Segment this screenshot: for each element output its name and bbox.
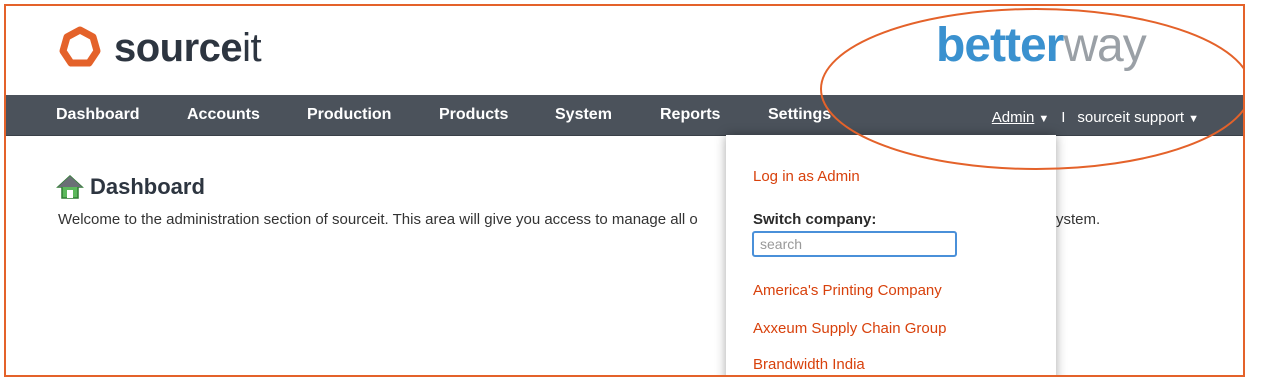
company-search-input[interactable] [752,231,957,257]
page-title: Dashboard [56,174,205,200]
nav-item-products[interactable]: Products [439,95,508,135]
login-as-admin-link[interactable]: Log in as Admin [753,168,860,185]
switch-company-label: Switch company: [753,211,877,228]
caret-down-icon: ▼ [1188,112,1199,125]
welcome-text: Welcome to the administration section of… [58,211,698,228]
betterway-logo: betterway [936,18,1147,74]
home-icon [56,174,84,199]
logo-text-bold: source [114,26,243,70]
company-item[interactable]: Axxeum Supply Chain Group [753,320,946,337]
main-nav: Dashboard Accounts Production Products S… [6,95,1243,136]
page-title-text: Dashboard [90,174,205,199]
admin-menu-button[interactable]: Admin ▼ [992,109,1049,126]
betterway-bold: better [936,19,1064,72]
support-menu-button[interactable]: sourceit support ▼ [1077,109,1199,126]
nav-item-accounts[interactable]: Accounts [187,95,260,135]
admin-dropdown-menu: Log in as Admin Switch company: America'… [726,135,1056,375]
nav-item-dashboard[interactable]: Dashboard [56,95,140,135]
welcome-text-tail: ystem. [1056,211,1101,228]
sourceit-logo[interactable]: sourceit [56,24,262,72]
nav-separator: I [1061,108,1066,126]
user-menu: Admin ▼ I sourceit support ▼ [992,105,1199,129]
logo-text-light: it [242,26,262,70]
caret-down-icon: ▼ [1038,112,1050,125]
sourceit-logo-icon [59,26,101,67]
support-label: sourceit support [1077,108,1185,126]
nav-item-settings[interactable]: Settings [768,95,831,135]
nav-item-production[interactable]: Production [307,95,391,135]
company-item[interactable]: Brandwidth India [753,356,865,373]
admin-label: Admin [991,108,1035,126]
app-frame: sourceit betterway Dashboard Accounts Pr… [4,4,1245,377]
company-item[interactable]: America's Printing Company [753,282,942,299]
nav-item-system[interactable]: System [555,95,612,135]
nav-item-reports[interactable]: Reports [660,95,720,135]
betterway-light: way [1063,19,1146,72]
